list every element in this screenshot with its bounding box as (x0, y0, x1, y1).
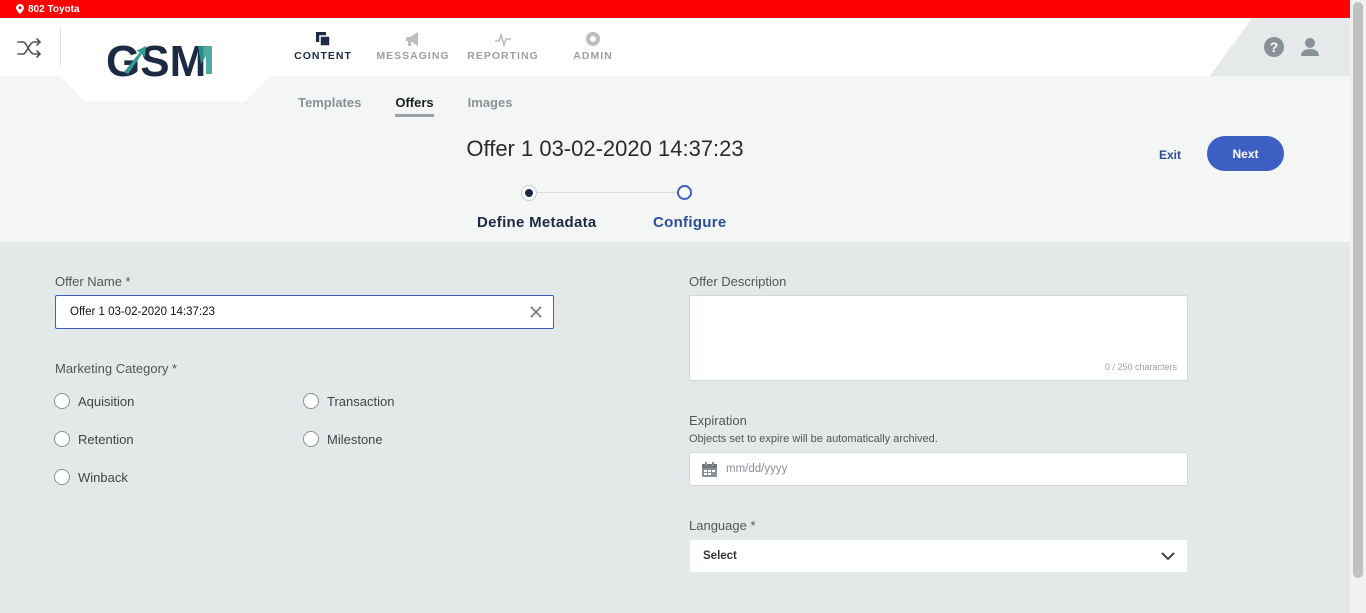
radio-label: Aquisition (78, 393, 135, 409)
gsm-logo[interactable]: GSM (106, 38, 220, 80)
marketing-category-label: Marketing Category * (55, 361, 178, 376)
offer-name-label: Offer Name * (55, 274, 131, 289)
step-configure-label[interactable]: Configure (653, 214, 727, 231)
step-define-metadata-label: Define Metadata (477, 214, 597, 231)
nav-admin[interactable]: ADMIN (548, 30, 638, 62)
offer-description-label: Offer Description (689, 274, 787, 289)
content-icon (316, 32, 331, 47)
nav-content[interactable]: CONTENT (278, 30, 368, 62)
radio-label: Winback (78, 469, 128, 485)
radio-transaction[interactable]: Transaction (303, 393, 394, 409)
stepper-connector (535, 192, 677, 193)
radio-label: Milestone (327, 431, 383, 447)
radio-circle[interactable] (54, 469, 70, 485)
offer-description-input[interactable] (690, 296, 1187, 356)
language-selected-value: Select (703, 550, 737, 562)
expiration-help: Objects set to expire will be automatica… (689, 433, 938, 445)
language-select[interactable]: Select (689, 539, 1188, 573)
svg-text:GSM: GSM (106, 38, 206, 80)
expiration-field (689, 452, 1188, 486)
megaphone-icon (406, 32, 418, 46)
content-subtabs: Templates Offers Images (298, 95, 512, 117)
radio-label: Transaction (327, 393, 395, 409)
radio-circle[interactable] (54, 431, 70, 447)
location-name: 802 Toyota (28, 3, 80, 15)
main-nav: CONTENT MESSAGING REPORTING ADMIN (278, 30, 638, 62)
radio-circle[interactable] (54, 393, 70, 409)
header-divider (60, 28, 61, 66)
page-title: Offer 1 03-02-2020 14:37:23 (466, 136, 744, 161)
radio-milestone[interactable]: Milestone (303, 431, 383, 447)
expiration-date-input[interactable] (726, 463, 1126, 475)
user-icon[interactable] (1300, 37, 1320, 57)
nav-reporting[interactable]: REPORTING (458, 30, 548, 62)
radio-circle[interactable] (303, 393, 319, 409)
calendar-icon[interactable] (701, 461, 718, 478)
expiration-label: Expiration (689, 413, 747, 428)
offer-name-field (55, 295, 554, 329)
tab-images[interactable]: Images (468, 95, 513, 117)
svg-text:?: ? (1270, 39, 1279, 55)
char-count: 0 / 250 characters (1104, 362, 1177, 372)
offer-name-input[interactable] (56, 296, 496, 328)
offer-description-field: 0 / 250 characters (689, 295, 1188, 381)
chevron-down-icon (1161, 551, 1175, 560)
clear-icon[interactable] (529, 305, 543, 319)
shuffle-icon[interactable] (16, 34, 44, 62)
header: GSM CONTENT MESSAGING REPORTING ADMIN ? … (0, 18, 1350, 242)
scrollbar-thumb[interactable] (1353, 2, 1363, 578)
nav-reporting-label: REPORTING (467, 50, 539, 62)
nav-admin-label: ADMIN (573, 50, 613, 62)
exit-link[interactable]: Exit (1159, 148, 1181, 162)
radio-label: Retention (78, 431, 134, 447)
help-icon[interactable]: ? (1264, 37, 1284, 57)
nav-messaging[interactable]: MESSAGING (368, 30, 458, 62)
tab-offers[interactable]: Offers (395, 95, 434, 117)
next-button[interactable]: Next (1207, 136, 1284, 171)
step-define-metadata-indicator (521, 185, 537, 201)
nav-messaging-label: MESSAGING (376, 50, 450, 62)
pulse-icon (495, 32, 511, 47)
language-label: Language * (689, 518, 756, 533)
page-scrollbar[interactable] (1350, 0, 1366, 613)
location-pin-icon (16, 4, 24, 14)
gear-icon (586, 32, 600, 46)
nav-content-label: CONTENT (294, 50, 352, 62)
tab-templates[interactable]: Templates (298, 95, 361, 117)
radio-aquisition[interactable]: Aquisition (54, 393, 134, 409)
step-configure-indicator[interactable] (677, 185, 692, 200)
radio-winback[interactable]: Winback (54, 469, 128, 485)
radio-circle[interactable] (303, 431, 319, 447)
radio-retention[interactable]: Retention (54, 431, 134, 447)
location-bar: 802 Toyota (0, 0, 1350, 18)
